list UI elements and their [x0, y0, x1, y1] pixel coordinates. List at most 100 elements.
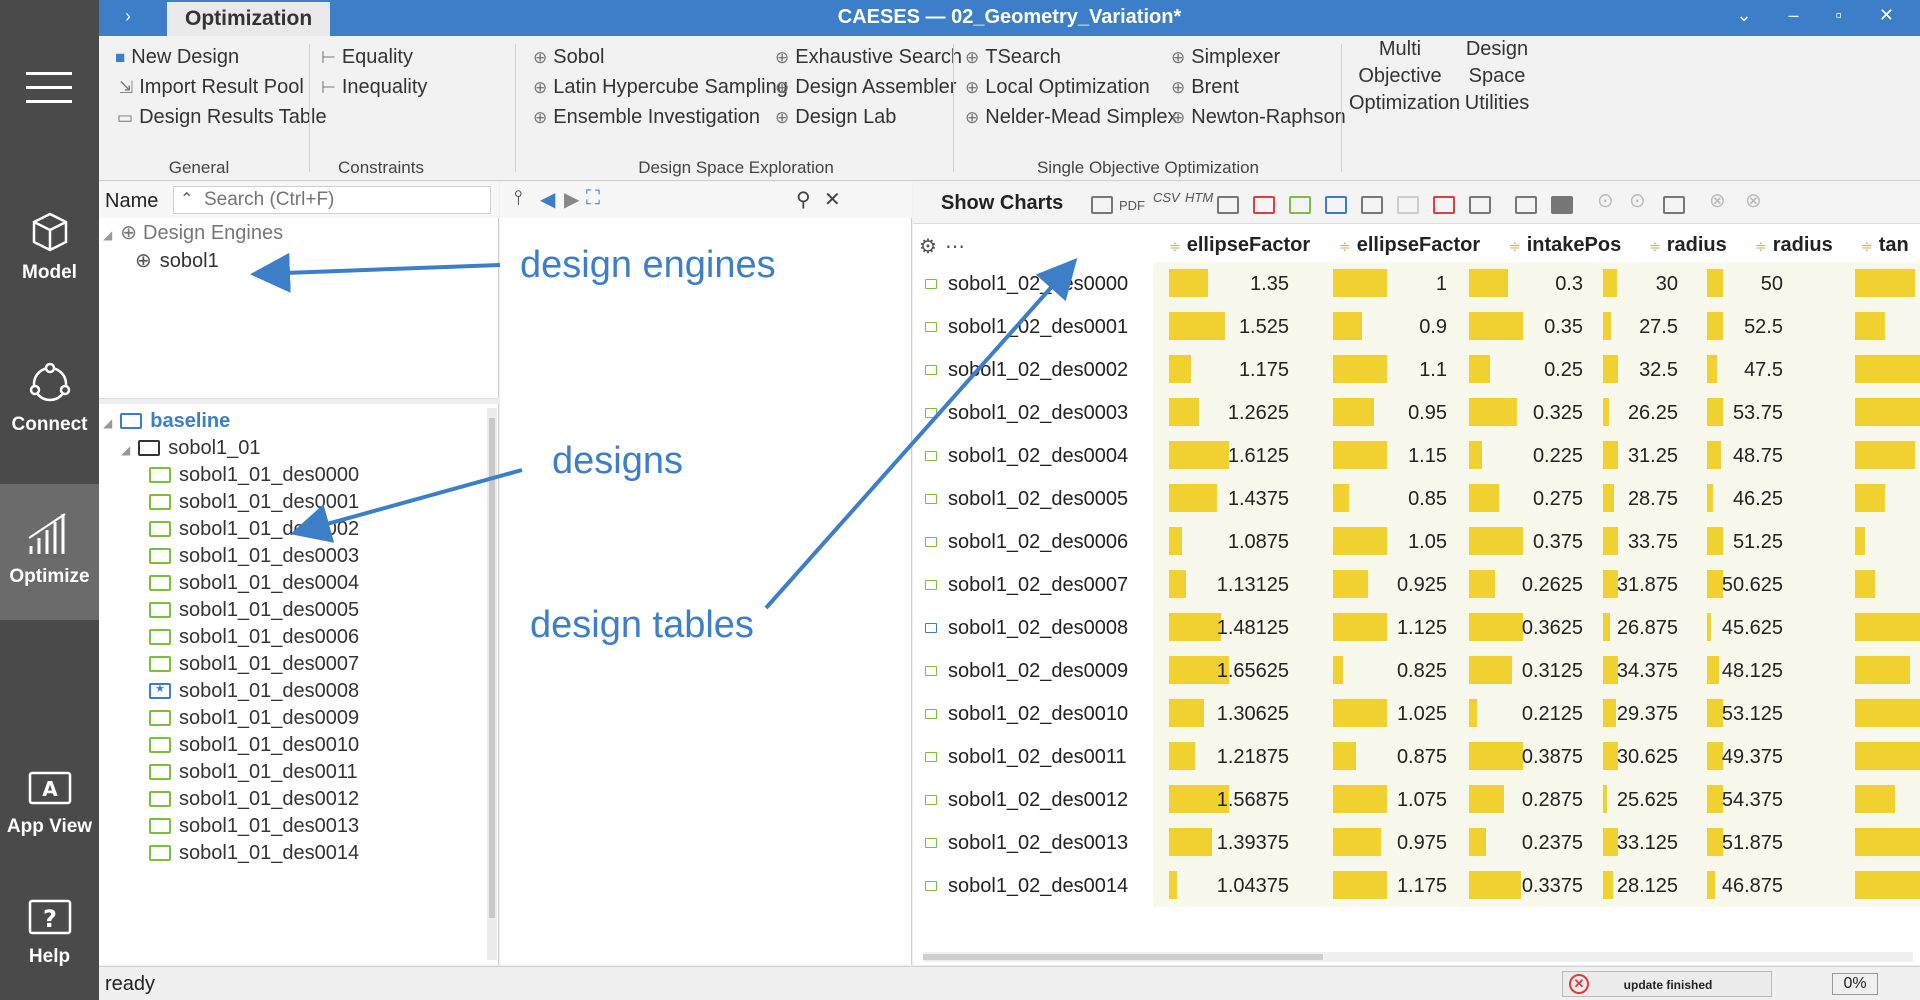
cell-value[interactable]: 0.3125 — [1522, 660, 1583, 683]
exhaustive-search-button[interactable]: ⊕ Exhaustive Search — [775, 46, 962, 69]
new-design-button[interactable]: ■ New Design — [115, 46, 239, 69]
cell-value[interactable]: 28.75 — [1628, 488, 1678, 511]
cell-value[interactable]: 33.125 — [1617, 832, 1678, 855]
copy-icon[interactable] — [1217, 196, 1239, 214]
cell-value[interactable]: 0.95 — [1408, 402, 1447, 425]
local-optimization-button[interactable]: ⊕ Local Optimization — [965, 76, 1150, 99]
pin-icon[interactable]: ⫯ — [514, 187, 523, 210]
expand-icon[interactable]: ◢ — [121, 443, 130, 457]
column-header[interactable]: ≑ tan — [1861, 234, 1920, 257]
cell-value[interactable]: 52.5 — [1744, 316, 1783, 339]
table-row[interactable]: sobol1_02_des0002 1.175 1.1 0.25 32.5 47.5 — [913, 348, 1920, 391]
export-image-icon[interactable] — [1091, 196, 1113, 214]
brent-button[interactable]: ⊕ Brent — [1171, 76, 1239, 99]
back-icon[interactable]: ◀ — [540, 187, 555, 212]
column-header[interactable]: ≑ ellipseFactor — [1339, 234, 1480, 257]
more-icon[interactable]: ⋯ — [945, 234, 965, 259]
cell-value[interactable]: 0.3625 — [1522, 617, 1583, 640]
cancel-icon[interactable]: ⊗ — [1745, 188, 1762, 213]
design-item[interactable]: sobol1_01_des0000 — [149, 464, 359, 487]
table-row[interactable]: sobol1_02_des0013 1.39375 0.975 0.2375 33.12… — [913, 821, 1920, 864]
cell-value[interactable]: 0.225 — [1533, 445, 1583, 468]
cell-value[interactable]: 46.25 — [1733, 488, 1783, 511]
cell-value[interactable]: 0.975 — [1397, 832, 1447, 855]
cell-value[interactable]: 0.2125 — [1522, 703, 1583, 726]
cell-value[interactable]: 1.6125 — [1228, 445, 1289, 468]
cell-value[interactable]: 0.275 — [1533, 488, 1583, 511]
show-charts-button[interactable]: Show Charts — [941, 192, 1063, 215]
cell-value[interactable]: 0.875 — [1397, 746, 1447, 769]
cell-value[interactable]: 26.25 — [1628, 402, 1678, 425]
design-item[interactable]: sobol1_01_des0011 — [149, 761, 358, 784]
cell-value[interactable]: 0.25 — [1544, 359, 1583, 382]
nav-model[interactable]: Model — [0, 210, 99, 284]
cell-value[interactable]: 0.325 — [1533, 402, 1583, 425]
table-row[interactable]: sobol1_02_des0007 1.13125 0.925 0.2625 31.87… — [913, 563, 1920, 606]
multi-objective-button[interactable]: Multi Objective Optimization — [1349, 36, 1460, 117]
cell-value[interactable]: 0.925 — [1397, 574, 1447, 597]
cell-value[interactable]: 1.21875 — [1217, 746, 1289, 769]
column-header[interactable]: ≑ ellipseFactor — [1169, 234, 1310, 257]
window-controls[interactable]: ⌄ ‒ ▫ ✕ — [1736, 5, 1910, 26]
folder-green-icon[interactable] — [1289, 196, 1311, 214]
htm-export-button[interactable]: HTM — [1185, 190, 1213, 205]
pdf-export-button[interactable]: PDF — [1119, 198, 1145, 213]
cell-value[interactable]: 1.075 — [1397, 789, 1447, 812]
cell-value[interactable]: 33.75 — [1628, 531, 1678, 554]
design-item[interactable]: sobol1_01_des0004 — [149, 572, 359, 595]
design-item[interactable]: sobol1_01_des0003 — [149, 545, 359, 568]
cell-value[interactable]: 31.875 — [1617, 574, 1678, 597]
cell-value[interactable]: 1.1 — [1419, 359, 1447, 382]
import-result-pool-button[interactable]: ⇲ Import Result Pool — [119, 76, 304, 99]
table-row[interactable]: sobol1_02_des0008 1.48125 1.125 0.3625 26.87… — [913, 606, 1920, 649]
cell-value[interactable]: 1.13125 — [1217, 574, 1289, 597]
update-status[interactable]: ✕ update finished — [1562, 971, 1772, 997]
table-row[interactable]: sobol1_02_des0012 1.56875 1.075 0.2875 25.62… — [913, 778, 1920, 821]
cell-value[interactable]: 1.525 — [1239, 316, 1289, 339]
table-row[interactable]: sobol1_02_des0009 1.65625 0.825 0.3125 34.37… — [913, 649, 1920, 692]
design-item[interactable]: sobol1_01_des0002 — [149, 518, 359, 541]
group-node[interactable]: ◢ sobol1_01 — [121, 437, 261, 460]
table-row[interactable]: sobol1_02_des0005 1.4375 0.85 0.275 28.75 46.… — [913, 477, 1920, 520]
cell-value[interactable]: 1.2625 — [1228, 402, 1289, 425]
column-header[interactable]: ≑ intakePos — [1509, 234, 1621, 257]
design-item[interactable]: sobol1_01_des0001 — [149, 491, 359, 514]
nav-app-view[interactable]: A App View — [0, 770, 99, 838]
engine-sobol1[interactable]: ⊕ sobol1 — [135, 248, 219, 273]
cell-value[interactable]: 0.3375 — [1522, 875, 1583, 898]
cell-value[interactable]: 54.375 — [1722, 789, 1783, 812]
column-header[interactable]: ≑ radius — [1649, 234, 1727, 257]
csv-export-button[interactable]: CSV — [1153, 190, 1180, 205]
cell-value[interactable]: 0.35 — [1544, 316, 1583, 339]
cell-value[interactable]: 1.65625 — [1217, 660, 1289, 683]
newton-raphson-button[interactable]: ⊕ Newton-Raphson — [1171, 106, 1346, 129]
scrollbar-thumb[interactable] — [489, 418, 495, 918]
cell-value[interactable]: 28.125 — [1617, 875, 1678, 898]
tsearch-button[interactable]: ⊕ TSearch — [965, 46, 1061, 69]
design-item[interactable]: sobol1_01_des0012 — [149, 788, 359, 811]
cell-value[interactable]: 1 — [1436, 273, 1447, 296]
cell-value[interactable]: 32.5 — [1639, 359, 1678, 382]
nelder-mead-button[interactable]: ⊕ Nelder-Mead Simplex — [965, 106, 1178, 129]
design-item[interactable]: sobol1_01_des0006 — [149, 626, 359, 649]
table-row[interactable]: sobol1_02_des0003 1.2625 0.95 0.325 26.25 53.… — [913, 391, 1920, 434]
chevron-up-icon[interactable]: ⌃ — [180, 189, 193, 209]
cell-value[interactable]: 0.2375 — [1522, 832, 1583, 855]
cell-value[interactable]: 53.75 — [1733, 402, 1783, 425]
cell-value[interactable]: 1.125 — [1397, 617, 1447, 640]
nav-help[interactable]: ? Help — [0, 898, 99, 968]
folder-red-icon[interactable] — [1253, 196, 1275, 214]
cell-value[interactable]: 0.3875 — [1522, 746, 1583, 769]
cell-value[interactable]: 0.375 — [1533, 531, 1583, 554]
play-icon[interactable]: ⊙ — [1597, 188, 1614, 213]
forward-icon[interactable]: ▶ — [564, 187, 579, 212]
cell-value[interactable]: 1.175 — [1239, 359, 1289, 382]
cell-value[interactable]: 46.875 — [1722, 875, 1783, 898]
equality-button[interactable]: ⊢ Equality — [321, 46, 413, 69]
cell-value[interactable]: 48.75 — [1733, 445, 1783, 468]
simplexer-button[interactable]: ⊕ Simplexer — [1171, 46, 1280, 69]
lhs-button[interactable]: ⊕ Latin Hypercube Sampling — [533, 76, 788, 99]
design-results-table-button[interactable]: ▭ Design Results Table — [117, 106, 327, 129]
cell-value[interactable]: 1.30625 — [1217, 703, 1289, 726]
cell-value[interactable]: 1.39375 — [1217, 832, 1289, 855]
